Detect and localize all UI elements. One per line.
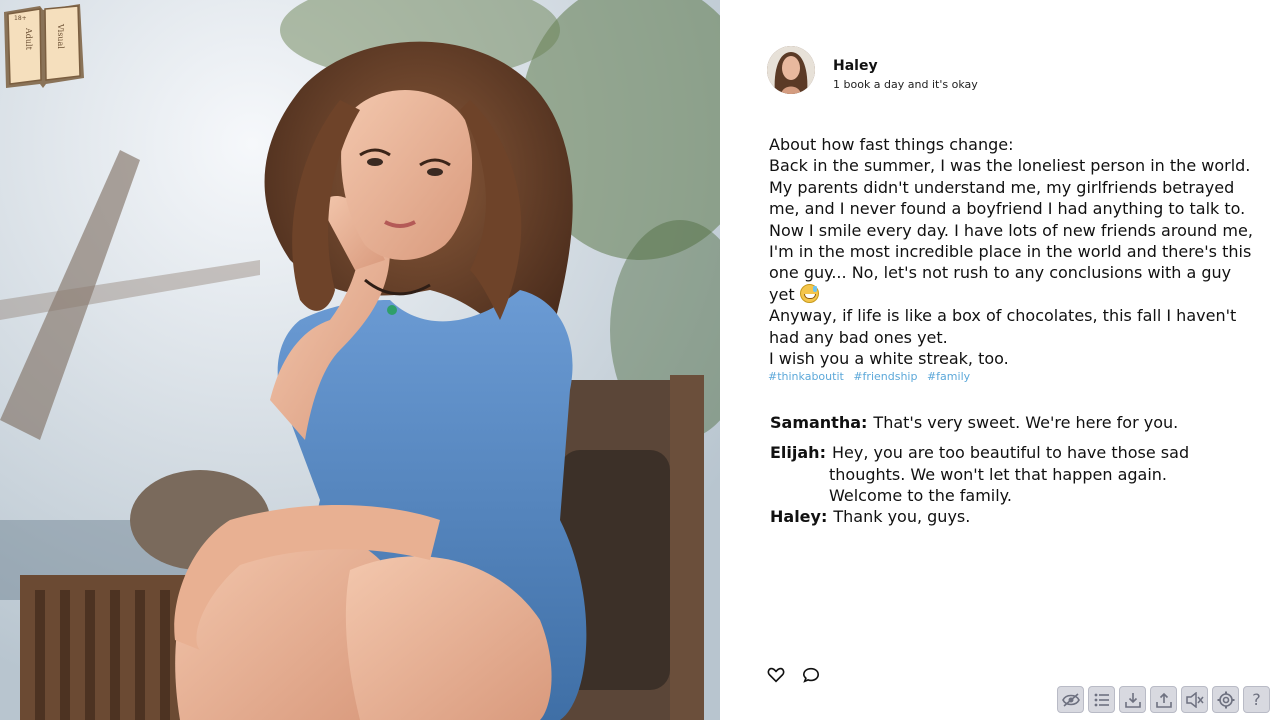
help-icon: ? bbox=[1252, 690, 1261, 709]
comment-text: Hey, you are too beautiful to have those… bbox=[831, 443, 1190, 462]
comment-author: Elijah: bbox=[770, 443, 826, 462]
hashtag[interactable]: #friendship bbox=[853, 370, 917, 383]
quick-menu-toolbar: ? bbox=[1057, 686, 1270, 714]
settings-button[interactable] bbox=[1212, 686, 1239, 713]
logo-word-left: Adult bbox=[24, 27, 33, 51]
history-icon bbox=[1094, 693, 1109, 706]
post-author-name[interactable]: Haley bbox=[833, 58, 878, 74]
hashtag[interactable]: #family bbox=[927, 370, 970, 383]
mute-icon bbox=[1185, 691, 1204, 708]
comment: Elijah: Hey, you are too beautiful to hav… bbox=[770, 443, 1189, 462]
logo-rating: 18+ bbox=[14, 15, 27, 22]
post-hashtags: #thinkaboutit #friendship #family bbox=[768, 370, 976, 383]
save-icon bbox=[1124, 692, 1141, 708]
scene-image: 18+ Adult Visual bbox=[0, 0, 720, 720]
sweat-smile-emoji-icon bbox=[799, 283, 819, 303]
scene-illustration bbox=[0, 0, 720, 720]
hide-icon bbox=[1061, 692, 1080, 707]
load-icon bbox=[1155, 692, 1172, 708]
comment-author: Haley: bbox=[770, 507, 828, 526]
post-body-end: Anyway, if life is like a box of chocola… bbox=[769, 306, 1237, 369]
book-logo-icon: 18+ Adult Visual bbox=[4, 4, 84, 88]
comment-icon[interactable] bbox=[802, 666, 820, 684]
load-button[interactable] bbox=[1150, 686, 1177, 713]
hashtag[interactable]: #thinkaboutit bbox=[768, 370, 844, 383]
comment: Samantha: That's very sweet. We're here f… bbox=[770, 413, 1178, 432]
mute-button[interactable] bbox=[1181, 686, 1208, 713]
comment-author: Samantha: bbox=[770, 413, 868, 432]
help-button[interactable]: ? bbox=[1243, 686, 1270, 713]
history-button[interactable] bbox=[1088, 686, 1115, 713]
heart-icon[interactable] bbox=[767, 666, 785, 684]
settings-icon bbox=[1217, 691, 1234, 708]
comment: Haley: Thank you, guys. bbox=[770, 507, 970, 526]
save-button[interactable] bbox=[1119, 686, 1146, 713]
comment-text-continued: thoughts. We won't let that happen again… bbox=[829, 465, 1167, 506]
avatar bbox=[767, 46, 815, 94]
hide-ui-button[interactable] bbox=[1057, 686, 1084, 713]
post-author-status: 1 book a day and it's okay bbox=[833, 78, 978, 91]
comment-text: Thank you, guys. bbox=[833, 507, 971, 526]
post-body: About how fast things change: Back in th… bbox=[769, 134, 1259, 369]
logo-word-right: Visual bbox=[56, 23, 65, 49]
post-body-text: About how fast things change: Back in th… bbox=[769, 135, 1253, 304]
comment-text: That's very sweet. We're here for you. bbox=[873, 413, 1179, 432]
